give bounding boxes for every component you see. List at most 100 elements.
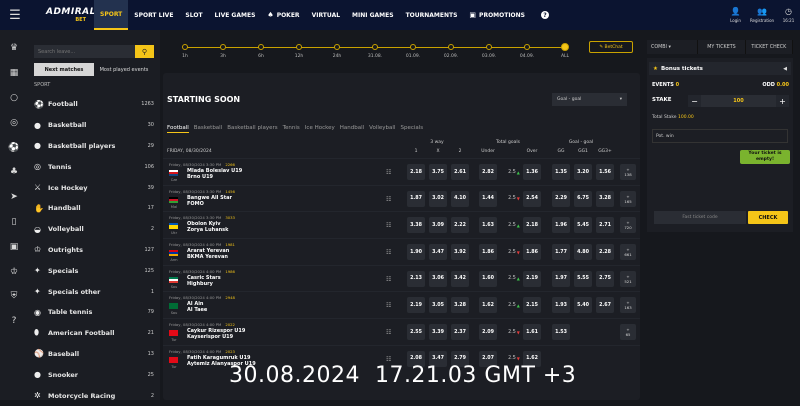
- odd-button[interactable]: 1.97: [552, 271, 570, 287]
- hamburger-menu-icon[interactable]: ☰: [0, 0, 30, 30]
- sidebar-item-table-tennis[interactable]: ◉Table tennis79: [34, 302, 154, 323]
- odd-button[interactable]: 1.93: [552, 297, 570, 313]
- more-markets-button[interactable]: +163: [620, 297, 636, 313]
- market-select[interactable]: Goal - goal▾: [552, 93, 627, 106]
- racing-icon[interactable]: ➤: [0, 185, 28, 210]
- nav-promotions[interactable]: ▣PROMOTIONS: [463, 0, 531, 30]
- odd-button[interactable]: 3.92: [451, 244, 469, 260]
- match-row[interactable]: Friday, 08/30/2024 4:00 PM2948SauAl AinA…: [163, 291, 640, 318]
- odd-button[interactable]: 1.35: [552, 164, 570, 180]
- timeline-stop[interactable]: [258, 44, 264, 50]
- tab-volleyball[interactable]: Volleyball: [369, 125, 395, 133]
- sidebar-item-american-football[interactable]: ⬮American Football21: [34, 323, 154, 344]
- nav-virtual[interactable]: VIRTUAL: [306, 0, 346, 30]
- timeline-stop[interactable]: [486, 44, 492, 50]
- odd-button[interactable]: 1.60: [479, 271, 497, 287]
- odd-button[interactable]: 1.77: [552, 244, 570, 260]
- odd-button[interactable]: 4.80: [574, 244, 592, 260]
- tab-combi[interactable]: COMBI ▾: [647, 40, 698, 54]
- odd-button[interactable]: 1.90: [407, 244, 425, 260]
- football-icon[interactable]: ⚽: [0, 135, 28, 160]
- match-row[interactable]: Friday, 08/30/2024 4:00 PM1986SouCasric …: [163, 265, 640, 292]
- search-icon[interactable]: ⚲: [135, 45, 154, 58]
- odd-button[interactable]: 1.62: [479, 297, 497, 313]
- odd-button[interactable]: 2.55: [407, 324, 425, 340]
- tab-next-matches[interactable]: Next matches: [34, 63, 94, 76]
- odd-button[interactable]: 3.09: [429, 217, 447, 233]
- odd-button[interactable]: 3.47: [429, 244, 447, 260]
- timeline-stop[interactable]: [524, 44, 530, 50]
- stake-increase-button[interactable]: +: [776, 95, 789, 107]
- match-row[interactable]: Friday, 08/30/2024 3:30 PM1456MalBangwe …: [163, 185, 640, 212]
- odd-button[interactable]: 5.45: [574, 217, 592, 233]
- more-markets-button[interactable]: +521: [620, 271, 636, 287]
- odd-button[interactable]: 2.82: [479, 164, 497, 180]
- odd-button[interactable]: 4.10: [451, 191, 469, 207]
- nav-mini-games[interactable]: MINI GAMES: [346, 0, 400, 30]
- help-icon[interactable]: ?: [535, 0, 555, 30]
- sidebar-item-football[interactable]: ⚽Football1263: [34, 94, 154, 115]
- nav-sport-live[interactable]: SPORT LIVE: [128, 0, 179, 30]
- gift-icon[interactable]: ▣: [0, 234, 28, 259]
- odd-button[interactable]: 1.44: [479, 191, 497, 207]
- check-button[interactable]: CHECK: [748, 211, 788, 224]
- tab-football[interactable]: Football: [167, 125, 189, 133]
- admiral-bet-logo[interactable]: ADMIRAL BET: [30, 0, 94, 30]
- match-row[interactable]: Friday, 08/30/2024 4:00 PM2022TurCaykur …: [163, 318, 640, 345]
- more-markets-button[interactable]: +138: [620, 164, 636, 180]
- help-icon[interactable]: ?: [0, 309, 28, 334]
- odd-button[interactable]: 2.19: [407, 297, 425, 313]
- sidebar-item-specials-other[interactable]: ✦Specials other1: [34, 281, 154, 302]
- tab-ticket-check[interactable]: TICKET CHECK: [746, 40, 793, 54]
- casino-chip-icon[interactable]: ○: [0, 86, 28, 111]
- sidebar-item-basketball[interactable]: ●Basketball30: [34, 115, 154, 136]
- timeline-stop[interactable]: [182, 44, 188, 50]
- timeline-stop[interactable]: [372, 44, 378, 50]
- odd-button[interactable]: 1.36: [523, 164, 541, 180]
- odd-button[interactable]: 2.19: [523, 271, 541, 287]
- sidebar-item-specials[interactable]: ✦Specials125: [34, 260, 154, 281]
- odd-button[interactable]: 2.13: [407, 271, 425, 287]
- odd-button[interactable]: 2.15: [523, 297, 541, 313]
- tab-my-tickets[interactable]: MY TICKETS: [698, 40, 745, 54]
- odd-button[interactable]: 2.37: [451, 324, 469, 340]
- odd-button[interactable]: 3.06: [429, 271, 447, 287]
- sidebar-item-volleyball[interactable]: ◒Volleyball2: [34, 219, 154, 240]
- odd-button[interactable]: 1.53: [552, 324, 570, 340]
- shield-icon[interactable]: ⛨: [0, 284, 28, 309]
- match-row[interactable]: Friday, 08/30/2024 3:30 PM3033UkrObolon …: [163, 211, 640, 238]
- timeline-stop[interactable]: [410, 44, 416, 50]
- odd-button[interactable]: 2.67: [596, 297, 614, 313]
- odd-button[interactable]: 2.71: [596, 217, 614, 233]
- sidebar-item-motorcycle-racing[interactable]: ✲Motorcycle Racing2: [34, 385, 154, 406]
- odd-button[interactable]: 1.96: [552, 217, 570, 233]
- stake-decrease-button[interactable]: −: [688, 95, 701, 107]
- nav-live-games[interactable]: LIVE GAMES: [209, 0, 262, 30]
- odd-button[interactable]: 5.55: [574, 271, 592, 287]
- odd-button[interactable]: 3.42: [451, 271, 469, 287]
- timeline-stop[interactable]: [561, 43, 569, 51]
- odd-button[interactable]: 3.20: [574, 164, 592, 180]
- fast-ticket-input[interactable]: Fast ticket code: [654, 211, 746, 224]
- odd-button[interactable]: 2.61: [451, 164, 469, 180]
- odd-button[interactable]: 1.61: [523, 324, 541, 340]
- sidebar-item-outrights[interactable]: ♔Outrights127: [34, 240, 154, 261]
- odd-button[interactable]: 1.86: [479, 244, 497, 260]
- stats-icon[interactable]: ☷: [386, 302, 391, 309]
- odd-button[interactable]: 3.39: [429, 324, 447, 340]
- timeline-stop[interactable]: [334, 44, 340, 50]
- odd-button[interactable]: 2.28: [596, 244, 614, 260]
- stats-icon[interactable]: ☷: [386, 196, 391, 203]
- odd-button[interactable]: 2.18: [407, 164, 425, 180]
- odd-button[interactable]: 3.28: [596, 191, 614, 207]
- stats-icon[interactable]: ☷: [386, 169, 391, 176]
- timeline-stop[interactable]: [448, 44, 454, 50]
- registration-button[interactable]: 👥Registration: [747, 0, 777, 30]
- mobile-icon[interactable]: ▯: [0, 210, 28, 235]
- odd-button[interactable]: 3.05: [429, 297, 447, 313]
- sidebar-item-handball[interactable]: ✋Handball17: [34, 198, 154, 219]
- match-row[interactable]: Friday, 08/30/2024 4:00 PM1981ArmArarat …: [163, 238, 640, 265]
- cards-icon[interactable]: ♣: [0, 160, 28, 185]
- stats-icon[interactable]: ☷: [386, 222, 391, 229]
- odd-button[interactable]: 3.38: [407, 217, 425, 233]
